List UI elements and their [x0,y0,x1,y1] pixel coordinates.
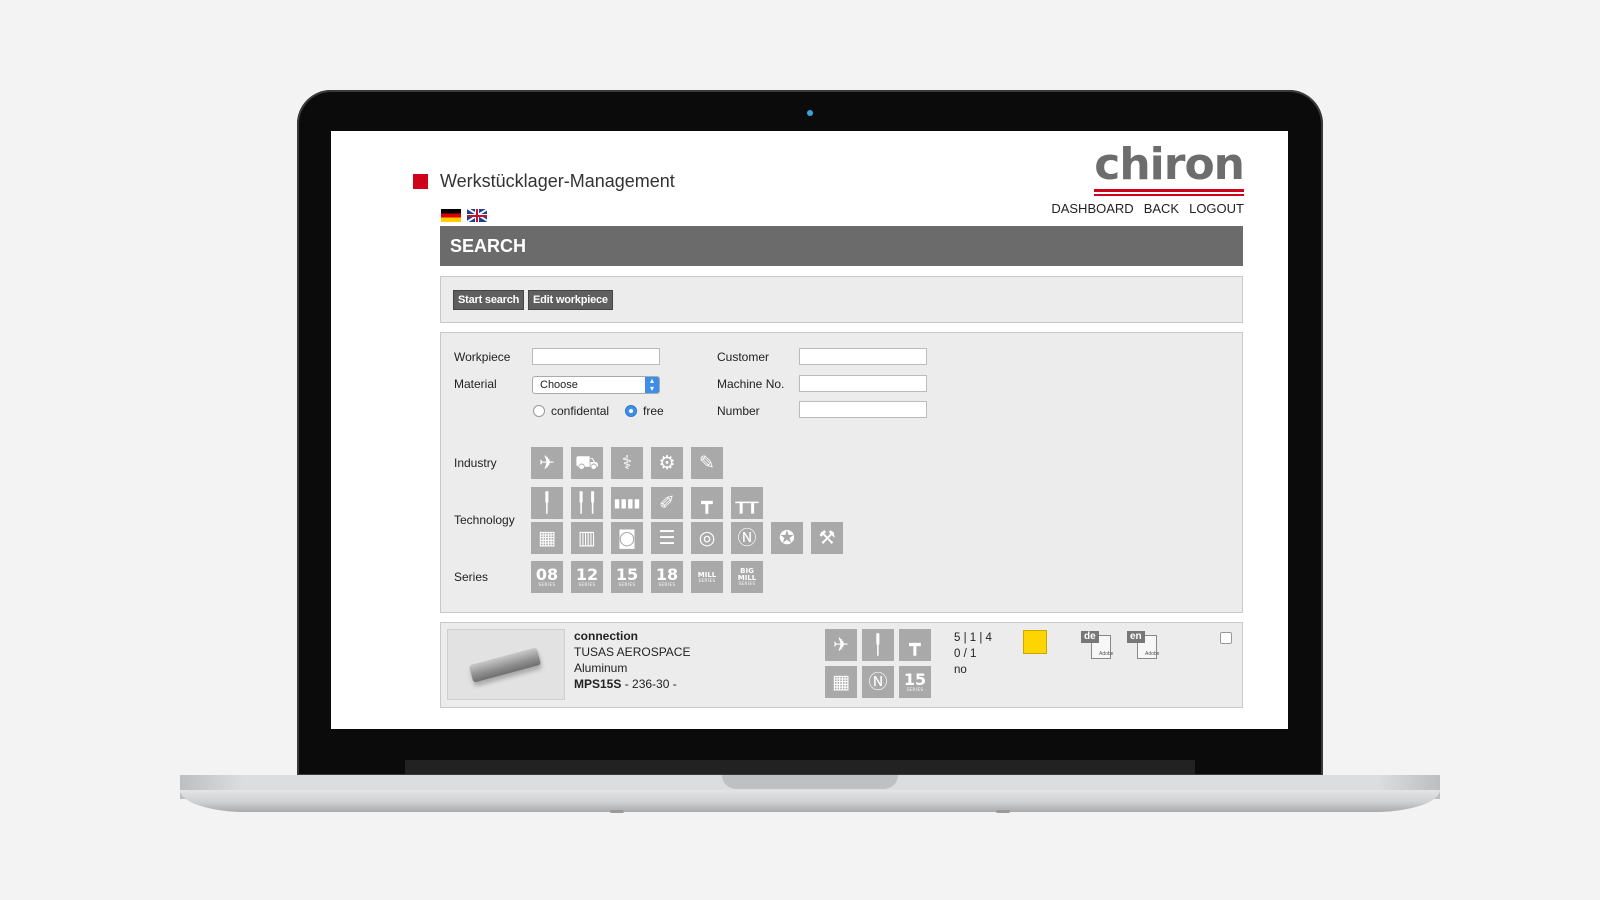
line-loading-icon[interactable]: ☰ [651,522,683,554]
series-big-mill-icon[interactable]: BIG MILL SERIES [731,561,763,593]
language-switcher [441,209,487,222]
app-screen: Werkstücklager-Management chiron DASHBOA… [331,131,1288,729]
result-machine-suffix: - 236-30 - [621,677,677,691]
machine-no-input[interactable] [799,375,927,392]
single-spindle-icon: ╿ [862,629,894,661]
nav-back-link[interactable]: BACK [1144,201,1179,216]
result-material: Aluminum [574,661,628,675]
double-spindle-icon[interactable]: ╿╿ [571,487,603,519]
pdf-en-icon[interactable]: en Adobe [1127,631,1159,659]
edit-workpiece-button[interactable]: Edit workpiece [528,290,613,310]
filter-panel: Workpiece Material Choose ▴ ▾ confidental… [440,332,1243,613]
result-customer: TUSAS AEROSPACE [574,645,691,659]
technology-icons-row2: ▦ ▥ ◙ ☰ ◎ Ⓝ ✪ ⚒ [531,522,843,554]
section-header: SEARCH [440,226,1243,266]
automation-icon[interactable]: ◎ [691,522,723,554]
result-machine: MPS15S - 236-30 - [574,677,677,691]
result-stat-flag: no [954,664,967,676]
laptop-foot [610,810,624,813]
automotive-icon[interactable]: ⛟ [571,447,603,479]
camera-icon [807,110,813,116]
series-15-icon: 15 SERIES [899,666,931,698]
aerospace-icon[interactable]: ✈ [531,447,563,479]
pallet-icon: ▦ [825,666,857,698]
aerospace-icon: ✈ [825,629,857,661]
workpiece-thumbnail[interactable] [447,629,565,700]
laptop-hinge [405,760,1195,774]
series-icons: 08 SERIES 12 SERIES 15 SERIES 18 SERIES MILL… [531,561,763,593]
free-label: free [643,404,664,418]
chiron-logo: chiron [1094,139,1245,196]
linear-loader-icon[interactable]: ┰┰ [731,487,763,519]
select-chevron-icon: ▴ ▾ [645,377,659,393]
workpiece-carrier-icon[interactable]: ▥ [571,522,603,554]
machine-no-label: Machine No. [717,377,785,391]
nc-swivel-icon: Ⓝ [862,666,894,698]
pdf-de-icon[interactable]: de Adobe [1081,631,1113,659]
star-turret-icon[interactable]: ✪ [771,522,803,554]
tool-changer-icon: ┳ [899,629,931,661]
nav-logout-link[interactable]: LOGOUT [1189,201,1244,216]
result-stats: 5 | 1 | 4 0 / 1 no [954,630,992,678]
industry-icons: ✈ ⛟ ⚕ ⚙ ✎ [531,447,723,479]
result-machine-model: MPS15S [574,677,622,691]
confidential-radio[interactable] [533,405,545,417]
start-search-button[interactable]: Start search [453,290,525,310]
series-mill-icon[interactable]: MILL SERIES [691,561,723,593]
workpiece-image [468,647,542,683]
app-header: Werkstücklager-Management [413,171,675,192]
pallet-icon[interactable]: ▦ [531,522,563,554]
workpiece-label: Workpiece [454,350,511,364]
result-stat-counts: 5 | 1 | 4 [954,632,992,644]
confidential-label: confidental [551,404,610,418]
medical-icon[interactable]: ⚕ [611,447,643,479]
number-input[interactable] [799,401,927,418]
multi-spindle-icon[interactable]: ▮▮▮▮ [611,487,643,519]
german-flag-icon[interactable] [441,209,461,222]
material-label: Material [454,377,497,391]
single-spindle-icon[interactable]: ╿ [531,487,563,519]
status-color-indicator [1023,630,1047,654]
nc-swivel-icon[interactable]: Ⓝ [731,522,763,554]
robot-arm-icon[interactable]: ⚒ [811,522,843,554]
customer-label: Customer [717,350,770,364]
free-radio[interactable] [625,405,637,417]
tool-icon[interactable]: ✎ [691,447,723,479]
series-08-icon[interactable]: 08 SERIES [531,561,563,593]
result-icons: ✈ ╿ ┳ ▦ Ⓝ 15 SERIES [825,629,931,698]
tool-changer-icon[interactable]: ┳ [691,487,723,519]
laptop-foot [996,810,1010,813]
technology-label: Technology [454,513,515,527]
technology-icons-row1: ╿ ╿╿ ▮▮▮▮ ✐ ┳ ┰┰ [531,487,763,519]
workpiece-input[interactable] [532,348,660,365]
result-row[interactable]: connection TUSAS AEROSPACE Aluminum MPS1… [440,622,1243,708]
app-title: Werkstücklager-Management [440,171,675,191]
nav-dashboard-link[interactable]: DASHBOARD [1051,201,1133,216]
result-name: connection [574,629,639,643]
series-12-icon[interactable]: 12 SERIES [571,561,603,593]
result-stat-ratio: 0 / 1 [954,648,977,660]
laptop-notch [722,775,898,789]
general-engineering-icon[interactable]: ⚙ [651,447,683,479]
material-select[interactable]: Choose ▴ ▾ [532,376,660,394]
result-select-checkbox[interactable] [1220,632,1232,644]
uk-flag-icon[interactable] [467,209,487,222]
laptop-base [180,790,1440,812]
industry-label: Industry [454,456,497,470]
number-label: Number [717,404,760,418]
top-nav: DASHBOARD BACK LOGOUT [1051,201,1244,216]
brand-square-icon [413,174,428,189]
series-18-icon[interactable]: 18 SERIES [651,561,683,593]
rotary-table-icon[interactable]: ◙ [611,522,643,554]
actions-panel: Start search Edit workpiece [440,276,1243,323]
customer-input[interactable] [799,348,927,365]
material-select-value: Choose [540,379,578,391]
series-label: Series [454,570,489,584]
series-15-icon[interactable]: 15 SERIES [611,561,643,593]
logo-text: chiron [1094,139,1245,190]
milling-turning-icon[interactable]: ✐ [651,487,683,519]
